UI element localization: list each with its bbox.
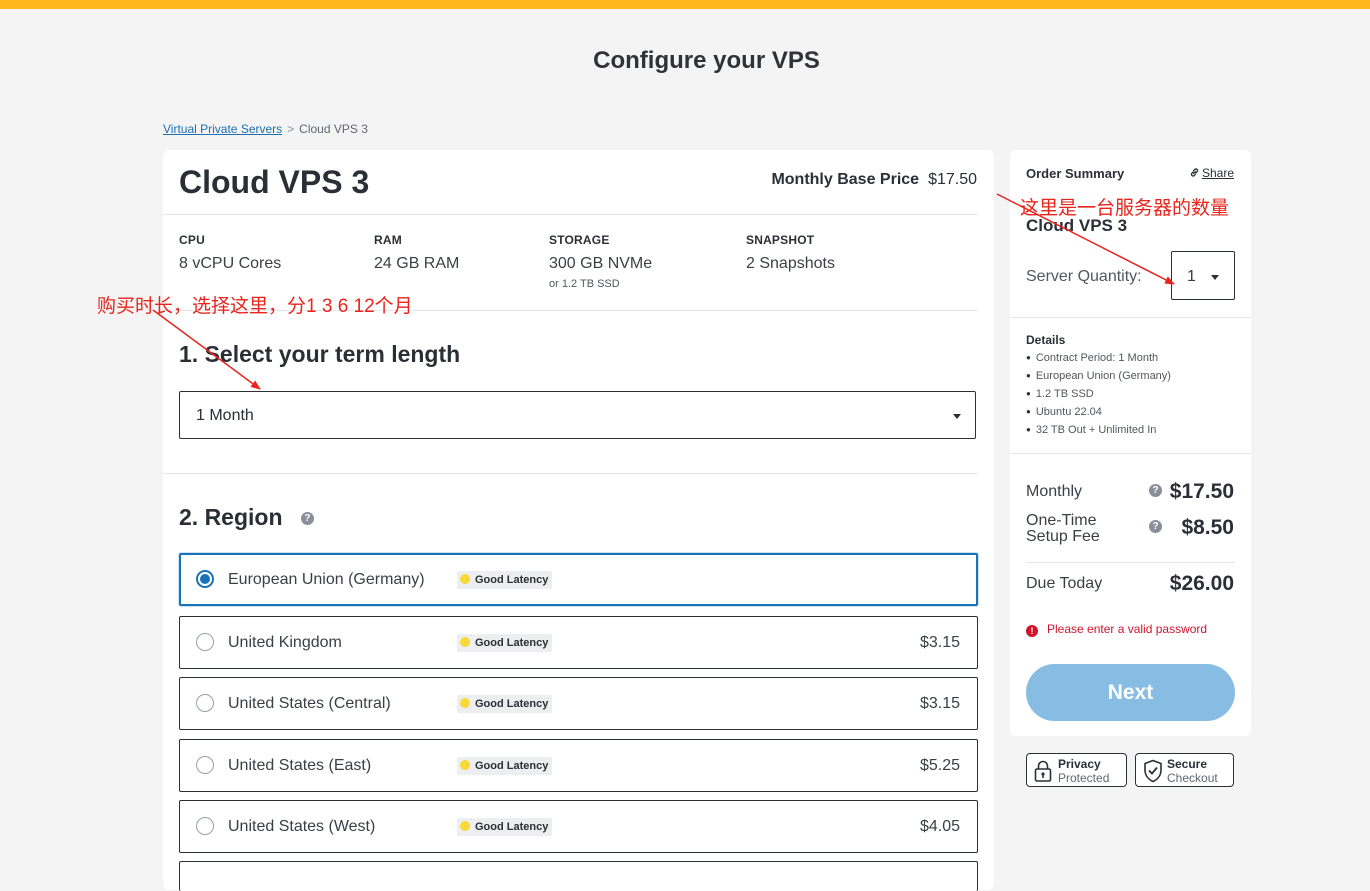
- arrow-to-term: [152, 309, 261, 390]
- annotation-term-note: 购买时长，选择这里，分1 3 6 12个月: [97, 296, 413, 317]
- annotation-arrows: [152, 193, 1175, 390]
- annotation-quantity-note: 这里是一台服务器的数量: [1020, 198, 1230, 219]
